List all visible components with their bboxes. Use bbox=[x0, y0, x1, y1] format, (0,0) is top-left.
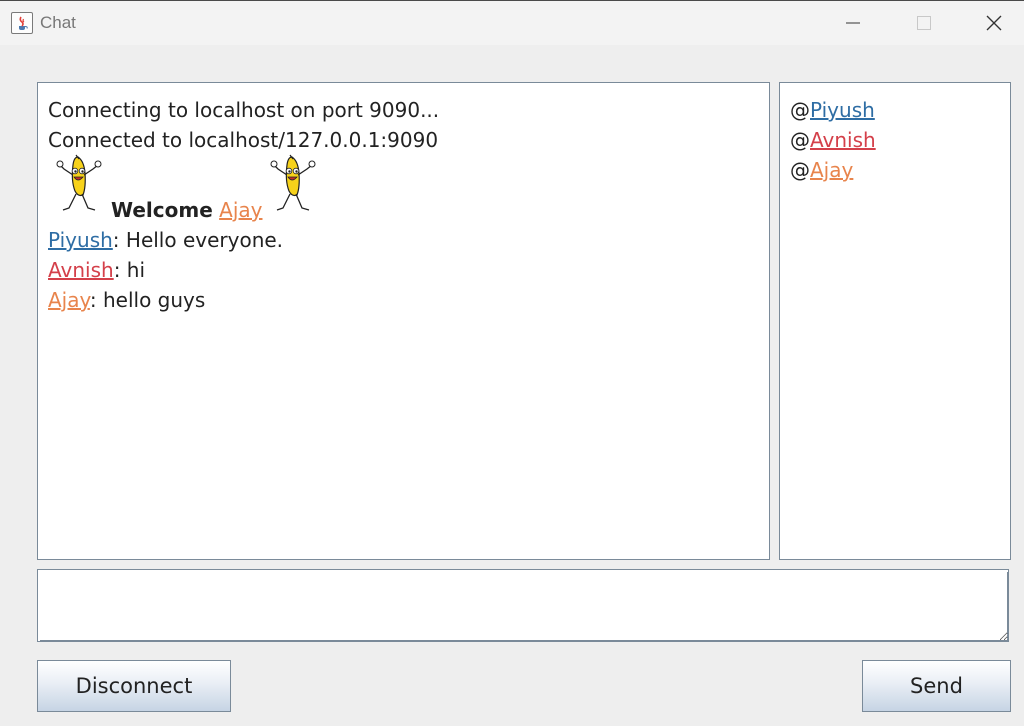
message-author-link[interactable]: Avnish bbox=[48, 258, 114, 282]
welcome-user-link[interactable]: Ajay bbox=[219, 198, 262, 222]
user-list-item: @Avnish bbox=[790, 128, 876, 152]
title-bar[interactable]: Chat bbox=[0, 0, 1024, 45]
user-list-item: @Piyush bbox=[790, 98, 875, 122]
maximize-button[interactable] bbox=[888, 1, 958, 46]
chat-message: Piyush: Hello everyone. bbox=[48, 228, 283, 252]
welcome-message: Welcome Ajay bbox=[111, 198, 262, 222]
send-button[interactable]: Send bbox=[862, 660, 1011, 712]
message-input[interactable] bbox=[37, 569, 1009, 642]
system-message: Connecting to localhost on port 9090... bbox=[48, 98, 440, 122]
message-separator: : bbox=[112, 228, 120, 252]
dancing-banana-icon bbox=[56, 154, 102, 211]
mention-prefix: @ bbox=[790, 128, 810, 152]
user-link-avnish[interactable]: Avnish bbox=[810, 128, 876, 152]
close-button[interactable] bbox=[958, 1, 1024, 46]
user-list-item: @Ajay bbox=[790, 158, 853, 182]
message-separator: : bbox=[89, 288, 97, 312]
chat-message: Avnish: hi bbox=[48, 258, 145, 282]
dancing-banana-icon bbox=[270, 154, 316, 211]
welcome-label: Welcome bbox=[111, 198, 213, 222]
minimize-button[interactable] bbox=[818, 1, 888, 46]
message-author-link[interactable]: Ajay bbox=[48, 288, 90, 312]
maximize-icon bbox=[917, 16, 931, 30]
minimize-icon bbox=[846, 22, 860, 24]
window-title: Chat bbox=[40, 13, 76, 32]
disconnect-button[interactable]: Disconnect bbox=[37, 660, 231, 712]
mention-prefix: @ bbox=[790, 158, 810, 182]
chat-message: Ajay: hello guys bbox=[48, 288, 205, 312]
close-icon bbox=[986, 15, 1002, 31]
online-users-panel[interactable]: @Piyush @Avnish @Ajay bbox=[779, 82, 1011, 560]
java-cup-icon bbox=[11, 12, 33, 34]
message-text: Hello everyone. bbox=[119, 228, 284, 252]
user-link-piyush[interactable]: Piyush bbox=[810, 98, 875, 122]
system-message: Connected to localhost/127.0.0.1:9090 bbox=[48, 128, 439, 152]
chat-messages-panel[interactable]: Connecting to localhost on port 9090... … bbox=[37, 82, 770, 560]
message-text: hello guys bbox=[96, 288, 206, 312]
mention-prefix: @ bbox=[790, 98, 810, 122]
message-author-link[interactable]: Piyush bbox=[48, 228, 113, 252]
message-text: hi bbox=[120, 258, 146, 282]
user-link-ajay[interactable]: Ajay bbox=[810, 158, 853, 182]
